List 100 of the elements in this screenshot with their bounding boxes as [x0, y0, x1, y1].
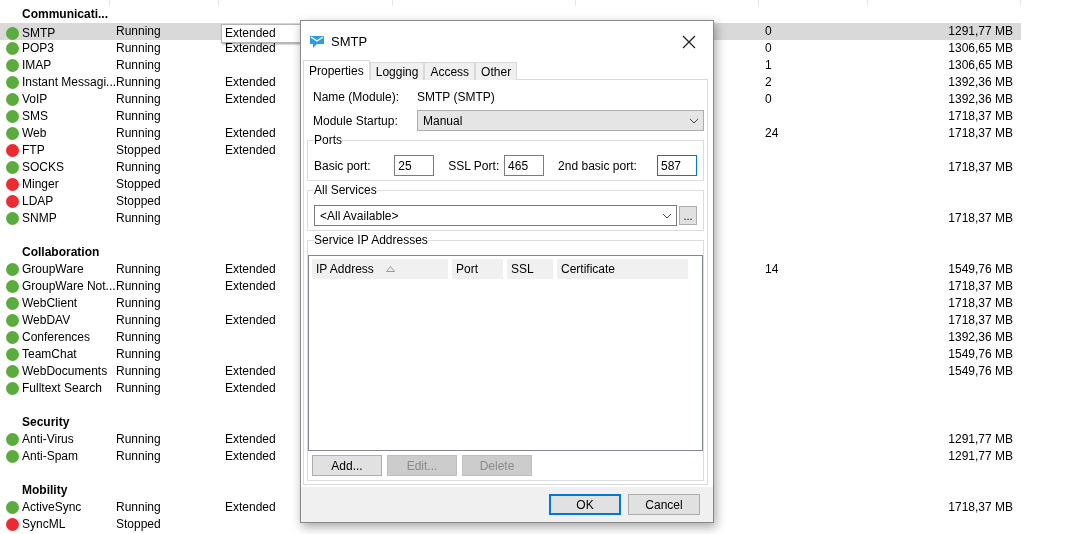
service-name[interactable]: WebDAV: [22, 312, 71, 329]
memory-text: 1718,37 MB: [948, 295, 1013, 312]
status-text: Running: [116, 448, 161, 465]
close-icon: [682, 34, 696, 49]
license-text: Extended: [225, 499, 276, 516]
memory-text: 1718,37 MB: [948, 108, 1013, 125]
service-name[interactable]: Anti-Virus: [22, 431, 74, 448]
service-name[interactable]: SNMP: [22, 210, 57, 227]
column-header[interactable]: IP Address: [312, 259, 448, 279]
tab[interactable]: Properties: [303, 60, 370, 80]
service-name[interactable]: WebClient: [22, 295, 78, 312]
status-text: Running: [116, 431, 161, 448]
column-header[interactable]: Port: [452, 259, 503, 279]
license-field[interactable]: Extended: [221, 24, 301, 43]
action-button[interactable]: Add...: [312, 455, 382, 476]
mail-icon: [309, 34, 325, 49]
group-title: Collaboration: [21, 244, 101, 261]
service-name[interactable]: Minger: [22, 176, 59, 193]
column-header[interactable]: Certificate: [557, 259, 688, 279]
memory-text: 1718,37 MB: [948, 159, 1013, 176]
port-label: Basic port:: [314, 158, 372, 173]
chevron-down-icon: [662, 212, 672, 219]
service-name[interactable]: GroupWare: [22, 261, 84, 278]
service-name[interactable]: WebDocuments: [22, 363, 108, 380]
group-label: Service IP Addresses: [314, 233, 428, 247]
license-text: Extended: [225, 448, 276, 465]
port-field[interactable]: 465: [504, 155, 545, 176]
memory-text: 1392,36 MB: [948, 91, 1013, 108]
memory-text: 1718,37 MB: [948, 125, 1013, 142]
group-title: Communicati...: [21, 6, 109, 23]
service-name[interactable]: POP3: [22, 40, 54, 57]
service-name[interactable]: Instant Messagi...: [22, 74, 117, 91]
service-name[interactable]: LDAP: [22, 193, 54, 210]
license-text: Extended: [225, 91, 276, 108]
service-name[interactable]: FTP: [22, 142, 45, 159]
field-label: Module Startup:: [313, 113, 399, 128]
service-name[interactable]: TeamChat: [22, 346, 77, 363]
cancel-button[interactable]: Cancel: [628, 494, 700, 515]
group-label: All Services: [314, 183, 377, 197]
column-header[interactable]: SSL: [507, 259, 553, 279]
group-title: Mobility: [21, 482, 69, 499]
count-text: 14: [765, 261, 779, 278]
license-text: Extended: [225, 431, 276, 448]
chevron-down-icon: [689, 117, 699, 124]
tab[interactable]: Other: [475, 62, 518, 80]
service-name[interactable]: SMTP: [22, 24, 56, 42]
status-text: Running: [116, 346, 161, 363]
service-name[interactable]: IMAP: [22, 57, 52, 74]
memory-text: 1718,37 MB: [948, 499, 1013, 516]
status-text: Running: [116, 108, 161, 125]
license-text: Extended: [225, 40, 276, 57]
tab[interactable]: Access: [424, 62, 476, 80]
status-text: Running: [116, 57, 161, 74]
status-text: Running: [116, 210, 161, 227]
license-text: Extended: [225, 312, 276, 329]
status-text: Stopped: [116, 176, 161, 193]
tab[interactable]: Logging: [369, 62, 425, 80]
dialog-title: SMTP: [331, 34, 369, 49]
service-name[interactable]: Anti-Spam: [22, 448, 79, 465]
count-text: 0: [765, 91, 772, 108]
startup-dropdown[interactable]: Manual: [417, 110, 704, 131]
status-text: Running: [116, 23, 161, 40]
services-dropdown[interactable]: <All Available>: [314, 205, 677, 226]
ok-button[interactable]: OK: [549, 494, 621, 515]
group-title: Security: [21, 414, 71, 431]
status-text: Running: [116, 278, 161, 295]
service-name[interactable]: SyncML: [22, 516, 66, 533]
license-text: Extended: [225, 363, 276, 380]
service-name[interactable]: SOCKS: [22, 159, 64, 176]
service-name[interactable]: SMS: [22, 108, 48, 125]
license-text: Extended: [225, 125, 276, 142]
license-text: Extended: [225, 261, 276, 278]
port-field[interactable]: 587: [657, 155, 697, 176]
license-text: Extended: [225, 278, 276, 295]
status-text: Running: [116, 363, 161, 380]
port-label: 2nd basic port:: [558, 158, 638, 173]
memory-text: 1392,36 MB: [948, 329, 1013, 346]
service-name[interactable]: Fulltext Search: [22, 380, 103, 397]
service-name[interactable]: GroupWare Not...: [22, 278, 116, 295]
status-text: Running: [116, 91, 161, 108]
field-label: Name (Module):: [313, 89, 401, 104]
service-name[interactable]: Web: [22, 125, 47, 142]
status-text: Stopped: [116, 516, 161, 533]
memory-text: 1718,37 MB: [948, 210, 1013, 227]
port-field[interactable]: 25: [394, 155, 435, 176]
browse-button[interactable]: ...: [679, 206, 697, 225]
status-text: Running: [116, 329, 161, 346]
service-name[interactable]: VoIP: [22, 91, 48, 108]
memory-text: 1392,36 MB: [948, 74, 1013, 91]
status-text: Running: [116, 159, 161, 176]
service-name[interactable]: ActiveSync: [22, 499, 82, 516]
license-text: Extended: [225, 74, 276, 91]
memory-text: 1291,77 MB: [948, 448, 1013, 465]
service-name[interactable]: Conferences: [22, 329, 91, 346]
status-text: Running: [116, 40, 161, 57]
status-text: Running: [116, 380, 161, 397]
license-text: Extended: [225, 142, 276, 159]
memory-text: 1291,77 MB: [948, 431, 1013, 448]
status-text: Running: [116, 74, 161, 91]
status-text: Stopped: [116, 142, 161, 159]
